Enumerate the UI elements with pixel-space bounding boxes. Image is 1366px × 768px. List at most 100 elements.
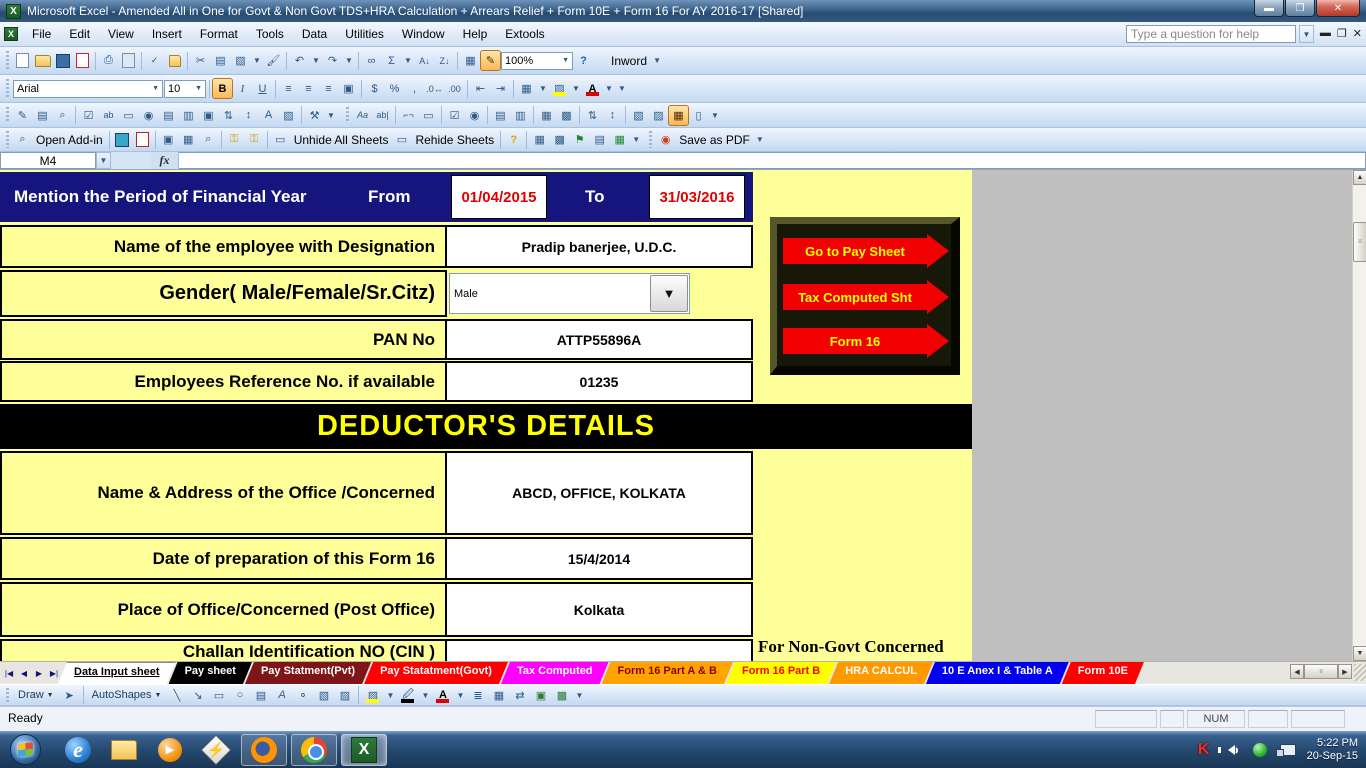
undo-dropdown-icon[interactable]: ▼	[310, 51, 322, 70]
font-size-combo[interactable]: 10 ▼	[164, 79, 206, 98]
spelling-icon[interactable]: ✓	[145, 51, 164, 70]
forms-spinner-icon[interactable]: ↕	[603, 106, 622, 125]
draw-menu-button[interactable]: Draw ▼	[14, 688, 58, 702]
last-sheet-icon[interactable]: ▶|	[47, 665, 61, 681]
from-date-cell[interactable]: 01/04/2015	[451, 175, 547, 219]
close-button[interactable]: ✕	[1316, 0, 1360, 17]
decrease-decimal-icon[interactable]: .00	[445, 79, 464, 98]
menu-view[interactable]: View	[100, 24, 142, 44]
zoom-combo[interactable]: 100% ▼	[501, 51, 573, 70]
taskbar-file-explorer[interactable]	[108, 735, 140, 765]
toolbar-drag-handle[interactable]	[6, 688, 9, 702]
magnifier-sheet-icon[interactable]: ⌕	[199, 130, 218, 149]
spin-button-control-icon[interactable]: ⇅	[219, 106, 238, 125]
arrow-icon[interactable]: ↘	[188, 686, 207, 705]
scroll-down-icon[interactable]: ▼	[1353, 646, 1366, 661]
first-sheet-icon[interactable]: |◀	[2, 665, 16, 681]
gender-combobox[interactable]: Male ▼	[449, 273, 690, 314]
image-control-icon[interactable]: ▧	[279, 106, 298, 125]
font-color-dropdown-icon[interactable]: ▼	[603, 79, 615, 98]
book-close-icon[interactable]: ✕	[1353, 27, 1362, 40]
addin-table-icon[interactable]: ▦	[610, 130, 629, 149]
forms-button-icon[interactable]: ▭	[419, 106, 438, 125]
underline-icon[interactable]: U	[253, 79, 272, 98]
resize-grip[interactable]	[1354, 664, 1366, 681]
threed-style-icon[interactable]: ▩	[552, 686, 571, 705]
combobox-control-icon[interactable]: ▥	[179, 106, 198, 125]
decrease-indent-icon[interactable]: ⇤	[471, 79, 490, 98]
delete-sheet-icon[interactable]	[133, 130, 152, 149]
network-icon[interactable]	[1275, 741, 1297, 759]
tab-data-input-sheet[interactable]: Data Input sheet	[58, 662, 176, 684]
forms-label-icon[interactable]: Aa	[353, 106, 372, 125]
properties-icon[interactable]: ▤	[33, 106, 52, 125]
employee-name-cell[interactable]: Pradip banerjee, U.D.C.	[447, 225, 753, 268]
name-box-dropdown-icon[interactable]: ▼	[96, 152, 111, 169]
line-icon[interactable]: ╲	[167, 686, 186, 705]
forms-combobox2-icon[interactable]: ▩	[557, 106, 576, 125]
menu-edit[interactable]: Edit	[61, 24, 98, 44]
percent-icon[interactable]: %	[385, 79, 404, 98]
menu-tools[interactable]: Tools	[248, 24, 292, 44]
chart-wizard-icon[interactable]: ▦	[461, 51, 480, 70]
redo-dropdown-icon[interactable]: ▼	[343, 51, 355, 70]
autoshapes-menu-button[interactable]: AutoShapes ▼	[88, 688, 166, 702]
oval-icon[interactable]: ○	[230, 686, 249, 705]
menu-window[interactable]: Window	[394, 24, 453, 44]
toolbar-drag-handle[interactable]	[649, 131, 653, 148]
taskbar-media-player[interactable]: ▶	[154, 735, 186, 765]
insert-picture-icon[interactable]: ▨	[335, 686, 354, 705]
forms-scrollbar-icon[interactable]: ⇅	[583, 106, 602, 125]
shape-font-color-dropdown-icon[interactable]: ▼	[454, 686, 466, 705]
print-preview-icon[interactable]	[119, 51, 138, 70]
menu-file[interactable]: File	[24, 24, 59, 44]
clip-art-icon[interactable]: ▧	[314, 686, 333, 705]
currency-icon[interactable]: $	[365, 79, 384, 98]
place-cell[interactable]: Kolkata	[447, 582, 753, 637]
menu-extools[interactable]: Extools	[497, 24, 552, 44]
menu-data[interactable]: Data	[294, 24, 335, 44]
forms-checkbox-icon[interactable]: ☑	[445, 106, 464, 125]
bold-icon[interactable]: B	[212, 78, 233, 99]
autosum-dropdown-icon[interactable]: ▼	[402, 51, 414, 70]
font-color-icon[interactable]: A	[583, 79, 602, 98]
label-control-icon[interactable]: A	[259, 106, 278, 125]
open-addin-icon[interactable]: ⌕	[13, 130, 32, 149]
start-button[interactable]	[10, 734, 41, 765]
shape-font-color-icon[interactable]: A	[433, 686, 452, 705]
minimize-button[interactable]: ▬	[1254, 0, 1284, 17]
toolbar-drag-handle[interactable]	[6, 51, 9, 70]
menu-utilities[interactable]: Utilities	[337, 24, 392, 44]
sort-ascending-icon[interactable]: A↓	[415, 51, 434, 70]
line-color-icon[interactable]: 🖉	[398, 686, 417, 705]
shape-fill-dropdown-icon[interactable]: ▼	[384, 686, 396, 705]
textbox-control-icon[interactable]: ab	[99, 106, 118, 125]
vertical-scroll-thumb[interactable]: ≡	[1353, 222, 1366, 262]
restore-button[interactable]: ❐	[1285, 0, 1315, 17]
forms-editbox-icon[interactable]: ab|	[373, 106, 392, 125]
rehide-sheets-icon[interactable]: ▭	[392, 130, 411, 149]
undo-icon[interactable]: ↶	[290, 51, 309, 70]
option-button-control-icon[interactable]: ◉	[139, 106, 158, 125]
menu-help[interactable]: Help	[455, 24, 496, 44]
form-16-button[interactable]: Form 16	[783, 324, 949, 358]
permission-icon[interactable]	[73, 51, 92, 70]
copy-icon[interactable]: ▤	[211, 51, 230, 70]
merge-center-icon[interactable]: ▣	[339, 79, 358, 98]
insert-function-icon[interactable]: fx	[151, 152, 179, 169]
fill-color-icon[interactable]: ▨	[550, 79, 569, 98]
tab-pay-statatment-govt[interactable]: Pay Statatment(Govt)	[364, 662, 508, 684]
select-objects-icon[interactable]: ➤	[60, 686, 79, 705]
menu-format[interactable]: Format	[192, 24, 246, 44]
zoom-dropdown-icon[interactable]: ▼	[558, 57, 569, 64]
toggle-button-control-icon[interactable]: ▣	[199, 106, 218, 125]
unhide-sheets-button[interactable]: Unhide All Sheets	[291, 133, 392, 147]
book-minimize-icon[interactable]: ▬	[1320, 27, 1331, 40]
lock-icon[interactable]: ⚿	[245, 130, 264, 149]
rehide-sheets-button[interactable]: Rehide Sheets	[412, 133, 497, 147]
align-left-icon[interactable]: ≡	[279, 79, 298, 98]
unlock-icon[interactable]: ⚿	[225, 130, 244, 149]
addin-clipboard-icon[interactable]: ▤	[590, 130, 609, 149]
checkbox-control-icon[interactable]: ☑	[79, 106, 98, 125]
font-size-dropdown-icon[interactable]: ▼	[191, 85, 202, 92]
